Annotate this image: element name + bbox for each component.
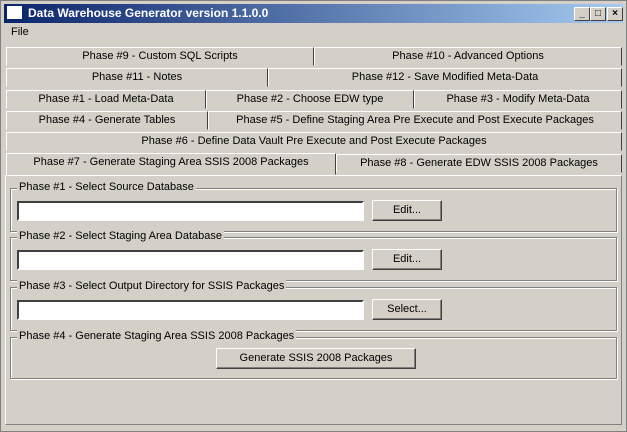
edit-source-button[interactable]: Edit...	[372, 200, 442, 221]
menu-file[interactable]: File	[11, 26, 29, 38]
group-source-database: Phase #1 - Select Source Database Edit..…	[10, 181, 617, 232]
edit-staging-button[interactable]: Edit...	[372, 249, 442, 270]
tab-phase-9[interactable]: Phase #9 - Custom SQL Scripts	[6, 47, 314, 66]
window-title: Data Warehouse Generator version 1.1.0.0	[28, 6, 269, 20]
tab-phase-5[interactable]: Phase #5 - Define Staging Area Pre Execu…	[208, 111, 622, 130]
group-label-output: Phase #3 - Select Output Directory for S…	[17, 280, 287, 292]
generate-ssis-button[interactable]: Generate SSIS 2008 Packages	[216, 348, 416, 369]
close-button[interactable]: ×	[607, 7, 623, 21]
tab-phase-7[interactable]: Phase #7 - Generate Staging Area SSIS 20…	[6, 153, 336, 175]
tab-phase-3[interactable]: Phase #3 - Modify Meta-Data	[414, 90, 622, 109]
tab-phase-11[interactable]: Phase #11 - Notes	[6, 68, 268, 87]
group-label-source: Phase #1 - Select Source Database	[17, 181, 196, 193]
output-directory-field[interactable]	[17, 300, 364, 320]
staging-database-field[interactable]	[17, 250, 364, 270]
tab-phase-8[interactable]: Phase #8 - Generate EDW SSIS 2008 Packag…	[336, 154, 622, 173]
app-icon	[7, 6, 22, 19]
tab-phase-4[interactable]: Phase #4 - Generate Tables	[6, 111, 208, 130]
select-output-button[interactable]: Select...	[372, 299, 442, 320]
main-window: Data Warehouse Generator version 1.1.0.0…	[0, 0, 627, 432]
menu-bar: File	[4, 24, 623, 42]
group-output-directory: Phase #3 - Select Output Directory for S…	[10, 280, 617, 331]
tab-phase-12[interactable]: Phase #12 - Save Modified Meta-Data	[268, 68, 622, 87]
source-database-field[interactable]	[17, 201, 364, 221]
tab-panel: Phase #1 - Select Source Database Edit..…	[5, 175, 622, 425]
minimize-button[interactable]: _	[574, 7, 590, 21]
group-label-staging: Phase #2 - Select Staging Area Database	[17, 230, 225, 242]
tab-phase-10[interactable]: Phase #10 - Advanced Options	[314, 47, 622, 66]
title-bar[interactable]: Data Warehouse Generator version 1.1.0.0…	[4, 4, 623, 23]
group-staging-database: Phase #2 - Select Staging Area Database …	[10, 230, 617, 281]
maximize-button[interactable]: □	[590, 7, 606, 21]
tab-phase-1[interactable]: Phase #1 - Load Meta-Data	[6, 90, 206, 109]
tab-phase-6[interactable]: Phase #6 - Define Data Vault Pre Execute…	[6, 132, 622, 151]
tab-phase-2[interactable]: Phase #2 - Choose EDW type	[206, 90, 414, 109]
group-generate-packages: Phase #4 - Generate Staging Area SSIS 20…	[10, 330, 617, 379]
group-label-generate: Phase #4 - Generate Staging Area SSIS 20…	[17, 330, 297, 342]
